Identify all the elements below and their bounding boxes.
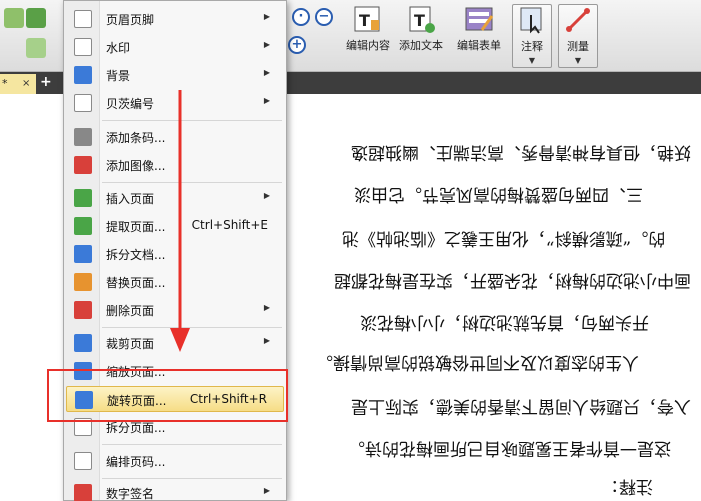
tool-add-text-label: 添加文本	[399, 39, 443, 52]
submenu-arrow-icon: ▶	[263, 336, 270, 345]
menu-separator	[102, 478, 282, 479]
bates-number-icon	[74, 94, 92, 112]
menu-item-header-footer[interactable]: 页眉页脚 ▶	[66, 6, 284, 32]
close-tab-icon[interactable]: ×	[22, 74, 30, 94]
barcode-icon	[74, 128, 92, 146]
menu-item-label: 插入页面	[106, 192, 155, 206]
digital-signature-icon	[74, 484, 92, 501]
watermark-icon	[74, 38, 92, 56]
document-tab-label: *	[2, 77, 8, 90]
document-line: 妖艳，但具有神清骨秀、高洁端庄、幽独超逸	[351, 142, 691, 162]
submenu-arrow-icon: ▶	[263, 12, 270, 21]
menu-item-digital-signature[interactable]: 数字签名 ▶	[66, 480, 284, 501]
menu-item-label: 提取页面...	[106, 220, 166, 234]
tool-measure[interactable]: 测量 ▼	[558, 4, 598, 68]
comment-icon	[517, 5, 547, 35]
tool-edit-form[interactable]: 编辑表单	[454, 4, 504, 68]
document-line: 这是一首作者王冕题咏自己所画梅花的诗。	[348, 438, 671, 458]
menu-separator	[102, 444, 282, 445]
crop-page-icon	[74, 334, 92, 352]
toolbar-left-strip	[0, 0, 58, 72]
comment-dropdown-icon[interactable]: ▼	[513, 56, 551, 65]
add-text-icon: T	[406, 4, 436, 34]
submenu-arrow-icon: ▶	[263, 68, 270, 77]
svg-text:T: T	[414, 11, 425, 30]
tool-measure-label: 测量	[567, 40, 589, 53]
background-icon	[74, 66, 92, 84]
header-footer-icon	[74, 10, 92, 28]
nav-back-icon[interactable]	[4, 8, 24, 28]
menu-item-label: 拆分文档...	[106, 248, 166, 262]
edit-content-icon: T	[353, 4, 383, 34]
menu-item-shortcut: Ctrl+Shift+E	[191, 218, 268, 232]
submenu-arrow-icon: ▶	[263, 486, 270, 495]
split-document-icon	[74, 245, 92, 263]
add-tab-icon[interactable]: +	[40, 74, 52, 90]
tool-add-text[interactable]: T 添加文本	[396, 4, 446, 68]
submenu-arrow-icon: ▶	[263, 191, 270, 200]
edit-form-icon	[464, 4, 494, 34]
tool-edit-content[interactable]: T 编辑内容	[344, 4, 392, 68]
submenu-arrow-icon: ▶	[263, 96, 270, 105]
menu-item-label: 添加条码...	[106, 131, 166, 145]
nav-prev-icon[interactable]	[26, 8, 46, 28]
zoom-out-icon[interactable]: −	[315, 8, 333, 26]
svg-text:T: T	[359, 11, 370, 30]
menu-item-label: 数字签名	[106, 487, 155, 501]
tool-comment-label: 注释	[521, 40, 543, 53]
tool-comment[interactable]: 注释 ▼	[512, 4, 552, 68]
document-tab[interactable]: * ×	[0, 74, 36, 94]
submenu-arrow-icon: ▶	[263, 303, 270, 312]
menu-item-label: 替换页面...	[106, 276, 166, 290]
menu-item-label: 贝茨编号	[106, 97, 155, 111]
document-line: 画中小池边的梅树，花朵盛开，实在是梅花都超	[334, 270, 691, 290]
measure-dropdown-icon[interactable]: ▼	[559, 56, 597, 65]
menu-item-label: 添加图像...	[106, 159, 166, 173]
document-line: 人生的态度以及不同世俗敏锐的高尚情操。	[316, 352, 639, 372]
document-line: 的。“疏影横斜”，化用王羲之《临池帖》池	[341, 228, 665, 248]
add-image-icon	[74, 156, 92, 174]
menu-item-label: 水印	[106, 41, 131, 55]
annotation-arrow-icon	[170, 90, 190, 352]
menu-item-page-numbering[interactable]: 编排页码...	[66, 448, 284, 474]
document-line: 三、四两句盛赞梅的高风亮节。它由淡	[354, 184, 643, 204]
menu-item-label: 删除页面	[106, 304, 155, 318]
menu-item-watermark[interactable]: 水印 ▶	[66, 34, 284, 60]
extract-page-icon	[74, 217, 92, 235]
annotation-highlight-box	[47, 369, 288, 422]
nav-next-icon[interactable]	[26, 38, 46, 58]
menu-item-label: 编排页码...	[106, 455, 166, 469]
tool-edit-content-label: 编辑内容	[346, 39, 390, 52]
zoom-in-icon[interactable]: +	[288, 36, 306, 54]
delete-page-icon	[74, 301, 92, 319]
menu-item-label: 页眉页脚	[106, 13, 155, 27]
menu-item-background[interactable]: 背景 ▶	[66, 62, 284, 88]
document-line: 注释：	[602, 476, 653, 496]
insert-page-icon	[74, 189, 92, 207]
page-number-icon	[74, 452, 92, 470]
replace-page-icon	[74, 273, 92, 291]
menu-item-label: 裁剪页面	[106, 337, 155, 351]
tool-edit-form-label: 编辑表单	[457, 39, 501, 52]
zoom-out-small-icon[interactable]: ·	[292, 8, 310, 26]
menu-item-label: 背景	[106, 69, 131, 83]
submenu-arrow-icon: ▶	[263, 40, 270, 49]
document-line: 开头两句，首先就池边树，小小梅花淡	[360, 312, 649, 332]
measure-icon	[563, 5, 593, 35]
document-line: 入夸，只题给人间留下清香的美德，实际上是	[351, 396, 691, 416]
